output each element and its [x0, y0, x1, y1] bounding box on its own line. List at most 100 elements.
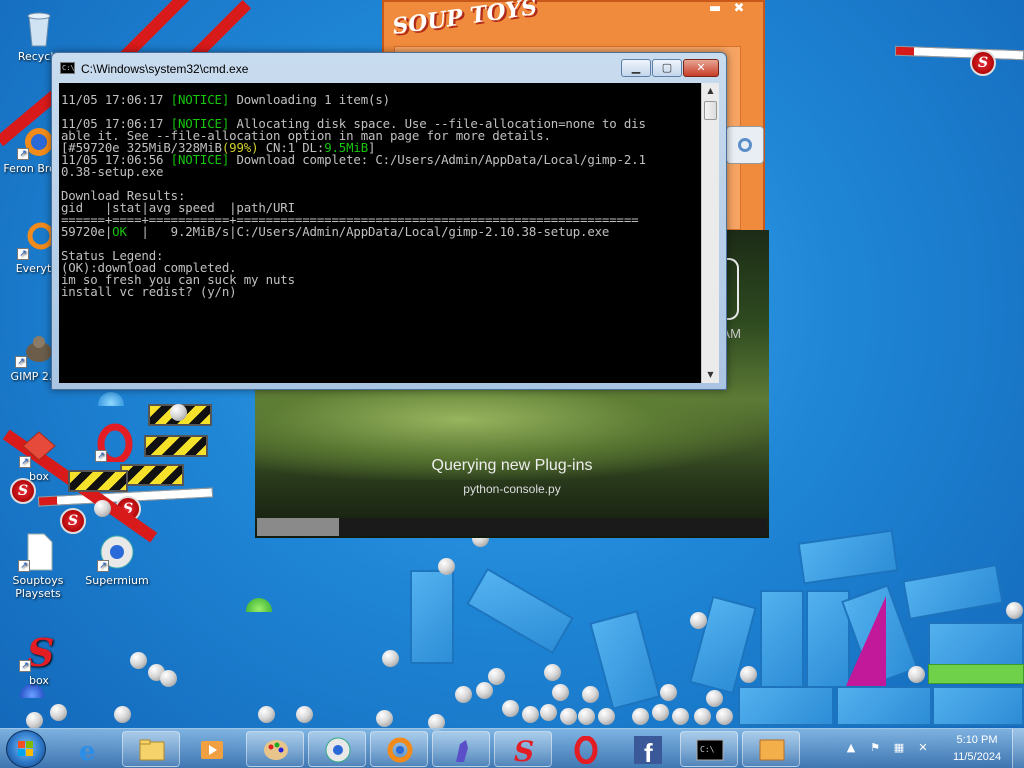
taskbar-app-facebook[interactable]: f [618, 731, 676, 768]
blue-block[interactable] [760, 590, 804, 688]
clock-time[interactable]: 5:10 PM [947, 734, 1007, 746]
ball[interactable] [26, 712, 43, 729]
desktop-icon-souptoys-playsets[interactable]: ↗ Souptoys Playsets [3, 532, 73, 600]
show-desktop-button[interactable] [1012, 729, 1024, 768]
desktop-icon-opera[interactable]: ↗ [80, 422, 150, 465]
taskbar-app-souptoys-playsets[interactable] [742, 731, 800, 767]
taskbar-app-browser[interactable] [370, 731, 428, 767]
desktop-icon-label: Supermium [85, 574, 149, 587]
scroll-down-icon[interactable]: ▼ [702, 367, 719, 383]
souptoys-badge[interactable]: S [970, 50, 996, 76]
magenta-triangle[interactable] [846, 596, 886, 686]
ball[interactable] [706, 690, 723, 707]
toy-box-knob[interactable] [726, 126, 764, 164]
ball[interactable] [455, 686, 472, 703]
shortcut-arrow-icon: ↗ [19, 456, 31, 468]
taskbar-app-file-explorer[interactable] [122, 731, 180, 767]
cmd-window[interactable]: C:\ C:\Windows\system32\cmd.exe ▁ ▢ ✕ 11… [51, 52, 727, 390]
ball[interactable] [552, 684, 569, 701]
desktop-icon-box[interactable]: ↗ box [4, 428, 74, 483]
start-button[interactable] [6, 730, 46, 768]
taskbar-app-gimp[interactable] [432, 731, 490, 767]
ball[interactable] [540, 704, 557, 721]
ball[interactable] [94, 500, 111, 517]
console-output[interactable]: 11/05 17:06:17 [NOTICE] Downloading 1 it… [59, 83, 701, 383]
ball[interactable] [170, 404, 187, 421]
souptoys-close-button[interactable]: ✖ [730, 2, 748, 16]
shortcut-arrow-icon: ↗ [18, 560, 30, 572]
desktop-icon-souptoys-box[interactable]: S ↗ box [4, 630, 74, 687]
minimize-button[interactable]: ▁ [621, 59, 651, 77]
ball[interactable] [598, 708, 615, 725]
vertical-scrollbar[interactable]: ▲ ▼ [701, 83, 719, 383]
ball[interactable] [476, 682, 493, 699]
ball[interactable] [560, 708, 577, 725]
chevron-block[interactable] [68, 470, 128, 492]
close-button[interactable]: ✕ [683, 59, 719, 77]
network-icon[interactable]: ▦ [892, 741, 906, 755]
ball[interactable] [114, 706, 131, 723]
souptoys-minimize-button[interactable]: ▬ [706, 2, 724, 16]
blue-dome[interactable] [98, 392, 124, 406]
green-dome[interactable] [246, 598, 272, 612]
ball[interactable] [130, 652, 147, 669]
blue-block[interactable] [928, 622, 1024, 668]
ball[interactable] [582, 686, 599, 703]
blue-block[interactable] [797, 529, 899, 585]
ball[interactable] [544, 664, 561, 681]
ball[interactable] [160, 670, 177, 687]
barrier-bar[interactable] [894, 45, 1024, 61]
scrollbar-thumb[interactable] [704, 101, 717, 120]
taskbar-app-internet-explorer[interactable]: e [60, 731, 118, 767]
ball[interactable] [578, 708, 595, 725]
taskbar-app-cmd[interactable]: C:\ [680, 731, 738, 767]
blue-block[interactable] [902, 563, 1004, 621]
ball[interactable] [660, 684, 677, 701]
ball[interactable] [1006, 602, 1023, 619]
ball[interactable] [632, 708, 649, 725]
ball[interactable] [740, 666, 757, 683]
blue-block[interactable] [410, 570, 454, 664]
blue-block[interactable] [738, 686, 834, 726]
blue-block[interactable] [836, 686, 932, 726]
ball[interactable] [672, 708, 689, 725]
taskbar-app-media-player[interactable] [182, 731, 240, 767]
cmd-titlebar[interactable]: C:\ C:\Windows\system32\cmd.exe ▁ ▢ ✕ [52, 53, 726, 83]
console-line: 0.38-setup.exe [61, 164, 164, 179]
desktop-icon-supermium[interactable]: ↗ Supermium [82, 532, 152, 587]
taskbar-app-supermium[interactable] [308, 731, 366, 767]
taskbar-app-paint[interactable] [246, 731, 304, 767]
ball[interactable] [438, 558, 455, 575]
ball[interactable] [908, 666, 925, 683]
blue-block[interactable] [932, 686, 1024, 726]
ball[interactable] [694, 708, 711, 725]
chevron-block[interactable] [144, 435, 208, 457]
taskbar-app-opera[interactable] [556, 731, 614, 767]
taskbar-app-souptoys[interactable]: S [494, 731, 552, 768]
ball[interactable] [50, 704, 67, 721]
blue-block[interactable] [589, 610, 661, 710]
maximize-button[interactable]: ▢ [652, 59, 682, 77]
scroll-up-icon[interactable]: ▲ [702, 83, 719, 99]
ball[interactable] [690, 612, 707, 629]
ball[interactable] [652, 704, 669, 721]
opera-icon: ↗ [95, 422, 135, 465]
console-line: 59720e|OK | 9.2MiB/s|C:/Users/Admin/AppD… [61, 224, 610, 239]
ball[interactable] [716, 708, 733, 725]
chevron-up-icon[interactable]: ▲ [844, 741, 858, 755]
action-center-flag-icon[interactable]: ⚑ [868, 741, 882, 755]
blue-block[interactable] [466, 567, 574, 655]
console-line: 11/05 17:06:17 [NOTICE] Downloading 1 it… [61, 92, 390, 107]
ball[interactable] [488, 668, 505, 685]
ball[interactable] [502, 700, 519, 717]
souptoys-badge[interactable]: S [60, 508, 86, 534]
ball[interactable] [376, 710, 393, 727]
green-bar[interactable] [928, 664, 1024, 684]
ball[interactable] [258, 706, 275, 723]
ball[interactable] [296, 706, 313, 723]
clock-date[interactable]: 11/5/2024 [941, 751, 1013, 763]
chevron-block[interactable] [120, 464, 184, 486]
ball[interactable] [522, 706, 539, 723]
ball[interactable] [382, 650, 399, 667]
volume-muted-icon[interactable]: ✕ [916, 741, 930, 755]
